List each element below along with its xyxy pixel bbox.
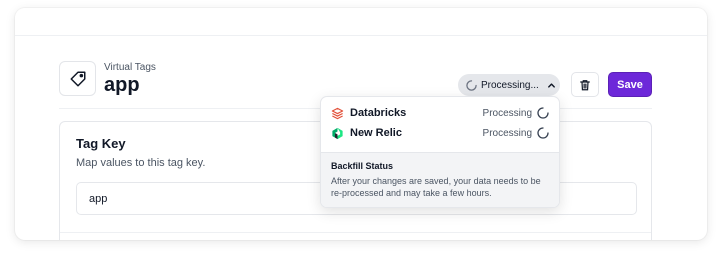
- card-top-bar: [15, 8, 707, 36]
- integration-status: Processing: [482, 107, 532, 119]
- databricks-icon: [331, 107, 344, 120]
- backfill-status-title: Backfill Status: [331, 161, 394, 171]
- tag-icon: [59, 61, 96, 96]
- processing-status-toggle[interactable]: Processing...: [458, 74, 560, 96]
- save-button[interactable]: Save: [608, 72, 652, 97]
- spinner-icon: [537, 107, 549, 119]
- backfill-status-dropdown: Databricks Processing New Relic Processi…: [320, 96, 560, 208]
- integration-name: Databricks: [350, 107, 407, 119]
- page-title: app: [104, 74, 140, 96]
- integration-name: New Relic: [350, 127, 402, 139]
- section-divider: [60, 232, 651, 233]
- status-label: Processing...: [481, 79, 539, 91]
- backfill-status-description: After your changes are saved, your data …: [331, 176, 541, 198]
- chevron-up-icon: [547, 81, 556, 90]
- integration-status: Processing: [482, 127, 532, 139]
- section-description: Map values to this tag key.: [76, 157, 206, 169]
- backfill-status-info: Backfill Status After your changes are s…: [321, 152, 559, 207]
- section-title: Tag Key: [76, 136, 126, 151]
- delete-button[interactable]: [571, 72, 599, 97]
- spinner-icon: [537, 127, 549, 139]
- page-eyebrow: Virtual Tags: [104, 62, 156, 73]
- spinner-icon: [466, 79, 477, 91]
- trash-icon: [579, 79, 591, 91]
- new-relic-icon: [331, 127, 344, 140]
- list-item-new-relic[interactable]: New Relic Processing: [321, 123, 559, 143]
- list-item-databricks[interactable]: Databricks Processing: [321, 103, 559, 123]
